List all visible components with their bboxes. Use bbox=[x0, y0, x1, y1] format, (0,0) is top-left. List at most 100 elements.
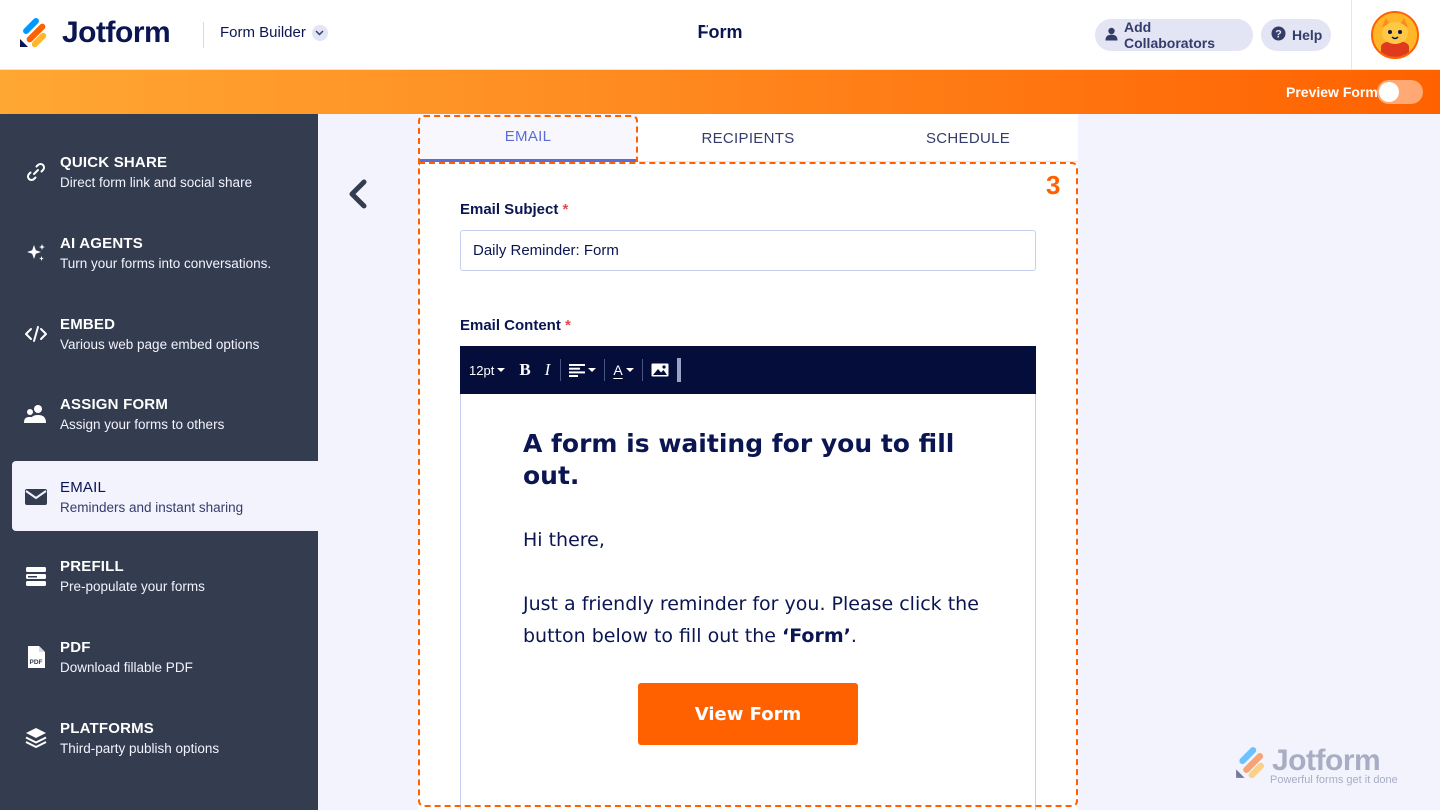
sidebar-item-subtitle: Assign your forms to others bbox=[60, 417, 225, 432]
email-message: Just a friendly reminder for you. Please… bbox=[523, 588, 993, 652]
tab-build[interactable]: BUILD bbox=[548, 0, 638, 44]
form-builder-label: Form Builder bbox=[220, 24, 306, 41]
email-form-name: ‘Form’ bbox=[782, 625, 851, 647]
sidebar-item-subtitle: Direct form link and social share bbox=[60, 175, 253, 190]
sidebar-item-title: EMBED bbox=[60, 316, 116, 333]
email-content-label-text: Email Content bbox=[460, 317, 561, 334]
question-icon: ? bbox=[1271, 26, 1286, 44]
sidebar-item-subtitle: Pre-populate your forms bbox=[60, 579, 205, 594]
watermark-brand: Jotform bbox=[1272, 744, 1381, 777]
link-icon bbox=[22, 158, 50, 186]
sidebar-item-ai-agents[interactable]: AI AGENTS Turn your forms into conversat… bbox=[0, 217, 318, 287]
font-color-dropdown[interactable]: A bbox=[613, 346, 634, 394]
insert-image-button[interactable] bbox=[651, 346, 669, 394]
envelope-icon bbox=[22, 483, 50, 511]
prefill-icon bbox=[22, 562, 50, 590]
sidebar-item-platforms[interactable]: PLATFORMS Third-party publish options bbox=[0, 702, 318, 772]
tab-recipients[interactable]: RECIPIENTS bbox=[638, 114, 858, 162]
help-button[interactable]: ? Help bbox=[1261, 19, 1331, 51]
sparkle-icon bbox=[22, 239, 50, 267]
italic-button[interactable]: I bbox=[545, 346, 551, 394]
toolbar-divider bbox=[641, 359, 643, 381]
tab-settings[interactable]: SETTINGS bbox=[648, 0, 772, 44]
help-label: Help bbox=[1292, 27, 1323, 43]
email-subject-label-text: Email Subject bbox=[460, 201, 559, 218]
form-builder-dropdown[interactable]: Form Builder bbox=[220, 24, 328, 41]
image-icon bbox=[651, 363, 669, 377]
tab-email[interactable]: EMAIL bbox=[418, 114, 638, 162]
preview-form-toggle[interactable] bbox=[1377, 80, 1423, 104]
required-mark: * bbox=[565, 317, 571, 334]
sidebar-item-title: PDF bbox=[60, 639, 91, 656]
sidebar-item-pdf[interactable]: PDF PDF Download fillable PDF bbox=[0, 621, 318, 691]
sidebar-item-subtitle: Various web page embed options bbox=[60, 337, 260, 352]
watermark-tagline: Powerful forms get it done bbox=[1270, 774, 1398, 786]
svg-text:?: ? bbox=[1275, 29, 1282, 41]
add-collaborators-label: Add Collaborators bbox=[1124, 19, 1216, 51]
svg-text:PDF: PDF bbox=[30, 659, 43, 666]
align-dropdown[interactable] bbox=[569, 346, 597, 394]
email-message-end: . bbox=[850, 625, 857, 647]
email-subject-input[interactable] bbox=[460, 230, 1036, 271]
toolbar-divider bbox=[560, 359, 562, 381]
sidebar-item-title: EMAIL bbox=[60, 479, 107, 496]
pdf-icon: PDF bbox=[22, 643, 50, 671]
avatar[interactable] bbox=[1371, 11, 1419, 59]
sidebar-item-quick-share[interactable]: QUICK SHARE Direct form link and social … bbox=[0, 136, 318, 206]
email-heading: A form is waiting for you to fill out. bbox=[523, 429, 955, 490]
users-icon bbox=[22, 400, 50, 428]
sidebar-item-title: AI AGENTS bbox=[60, 235, 143, 252]
sidebar-item-subtitle: Reminders and instant sharing bbox=[60, 500, 244, 515]
email-greeting: Hi there, bbox=[523, 529, 605, 551]
sidebar-item-title: PREFILL bbox=[60, 558, 124, 575]
email-subtabs: EMAIL RECIPIENTS SCHEDULE bbox=[418, 114, 1078, 162]
chevron-left-icon bbox=[349, 179, 367, 209]
brand-name: Jotform bbox=[62, 16, 171, 49]
jotform-watermark: Jotform Powerful forms get it done bbox=[1234, 744, 1414, 788]
sidebar-item-title: PLATFORMS bbox=[60, 720, 155, 737]
code-icon bbox=[22, 320, 50, 348]
toolbar-divider bbox=[604, 359, 606, 381]
jotform-logo-icon bbox=[18, 17, 50, 49]
font-size-dropdown[interactable]: 12pt bbox=[469, 346, 506, 394]
avatar-divider bbox=[1351, 0, 1352, 70]
sidebar-item-subtitle: Download fillable PDF bbox=[60, 660, 193, 675]
publish-sidebar: QUICK SHARE Direct form link and social … bbox=[0, 114, 318, 810]
sidebar-item-embed[interactable]: EMBED Various web page embed options bbox=[0, 298, 318, 368]
font-color-icon: A bbox=[613, 362, 623, 378]
caret-down-icon bbox=[625, 368, 634, 372]
main-navbar bbox=[0, 70, 1440, 114]
add-collaborators-button[interactable]: Add Collaborators bbox=[1095, 19, 1253, 51]
email-message-text: Just a friendly reminder for you. Please… bbox=[523, 593, 979, 647]
caret-down-icon bbox=[497, 368, 506, 372]
font-size-value: 12pt bbox=[469, 362, 495, 378]
sidebar-item-assign-form[interactable]: ASSIGN FORM Assign your forms to others bbox=[0, 378, 318, 448]
align-left-icon bbox=[569, 363, 586, 377]
jotform-watermark-icon bbox=[1236, 747, 1265, 779]
required-mark: * bbox=[562, 201, 569, 218]
sidebar-item-prefill[interactable]: PREFILL Pre-populate your forms bbox=[0, 540, 318, 610]
sidebar-item-title: QUICK SHARE bbox=[60, 154, 168, 171]
jotform-logo[interactable]: Jotform bbox=[18, 16, 171, 50]
tab-publish[interactable]: PUBLISH bbox=[777, 0, 898, 44]
back-button[interactable] bbox=[340, 176, 376, 212]
toolbar-end-marker bbox=[676, 358, 681, 382]
email-content-label: Email Content * bbox=[460, 317, 571, 334]
email-subject-label: Email Subject * bbox=[460, 201, 568, 218]
sidebar-item-email[interactable]: EMAIL Reminders and instant sharing bbox=[12, 461, 318, 531]
tab-schedule[interactable]: SCHEDULE bbox=[858, 114, 1078, 162]
bold-button[interactable]: B bbox=[519, 346, 530, 394]
user-icon bbox=[1105, 27, 1118, 44]
caret-down-icon bbox=[588, 368, 597, 372]
sidebar-item-title: ASSIGN FORM bbox=[60, 396, 169, 413]
chevron-down-icon bbox=[311, 24, 328, 41]
preview-form-label: Preview Form bbox=[1286, 84, 1378, 100]
header-divider bbox=[203, 22, 204, 48]
view-form-button[interactable]: View Form bbox=[638, 683, 858, 745]
rich-text-toolbar: 12pt B I A bbox=[460, 346, 1036, 394]
toggle-knob bbox=[1379, 82, 1399, 102]
sidebar-item-subtitle: Turn your forms into conversations. bbox=[60, 256, 272, 271]
step-number-badge: 3 bbox=[1046, 170, 1061, 200]
layers-icon bbox=[22, 724, 50, 752]
sidebar-item-subtitle: Third-party publish options bbox=[60, 741, 220, 756]
